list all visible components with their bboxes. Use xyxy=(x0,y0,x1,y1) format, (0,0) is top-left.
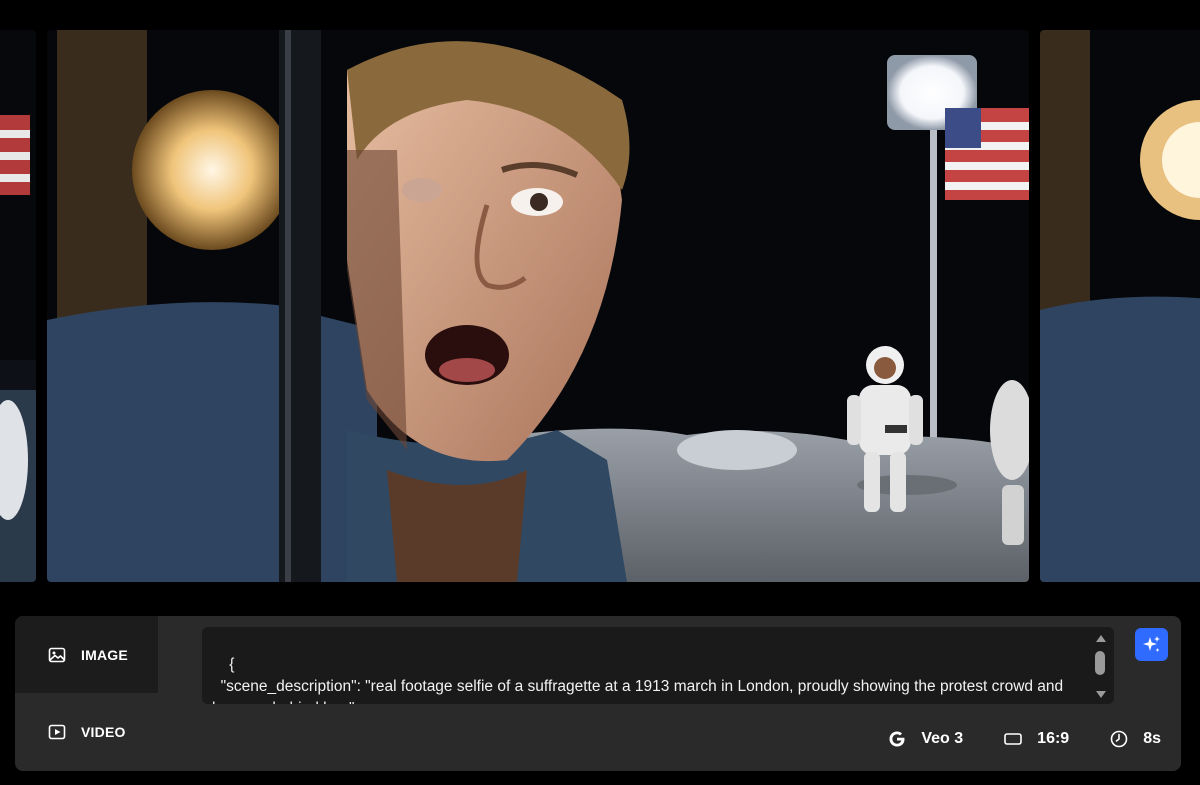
mode-tab-image-label: IMAGE xyxy=(81,646,128,663)
play-icon xyxy=(48,724,66,740)
prompt-textarea[interactable]: { "scene_description": "real footage sel… xyxy=(202,627,1114,704)
next-video-thumbnail[interactable] xyxy=(1040,30,1200,582)
generation-panel: IMAGE VIDEO { "scene_description": "real… xyxy=(15,616,1181,771)
duration-selector[interactable]: 8s xyxy=(1109,729,1161,749)
prompt-text: { "scene_description": "real footage sel… xyxy=(212,656,1064,704)
enhance-prompt-button[interactable] xyxy=(1135,628,1168,661)
video-preview-carousel xyxy=(0,0,1200,600)
model-selector[interactable]: Veo 3 xyxy=(887,729,963,749)
generation-options: Veo 3 16:9 8s xyxy=(887,729,1161,749)
scroll-up-icon[interactable] xyxy=(1096,635,1106,642)
aspect-ratio-label: 16:9 xyxy=(1037,730,1070,747)
duration-label: 8s xyxy=(1143,730,1161,747)
clock-icon xyxy=(1110,730,1128,748)
next-video-image xyxy=(1040,30,1200,582)
previous-video-thumbnail[interactable] xyxy=(0,30,36,582)
model-label: Veo 3 xyxy=(921,730,964,747)
main-video-preview[interactable] xyxy=(47,30,1029,582)
google-logo-icon xyxy=(889,731,905,747)
mode-tab-video-label: VIDEO xyxy=(81,724,126,740)
prompt-scrollbar[interactable] xyxy=(1094,627,1108,704)
aspect-ratio-selector[interactable]: 16:9 xyxy=(1003,729,1069,749)
scroll-thumb[interactable] xyxy=(1095,651,1105,675)
mode-tab-video[interactable]: VIDEO xyxy=(15,693,158,771)
scroll-down-icon[interactable] xyxy=(1096,691,1106,698)
aspect-ratio-icon xyxy=(1004,733,1022,745)
moon-selfie-scene xyxy=(47,30,1029,582)
mode-tab-image[interactable]: IMAGE xyxy=(15,616,158,693)
sparkle-icon xyxy=(1142,635,1160,652)
previous-video-image xyxy=(0,30,36,582)
image-icon xyxy=(48,647,66,662)
